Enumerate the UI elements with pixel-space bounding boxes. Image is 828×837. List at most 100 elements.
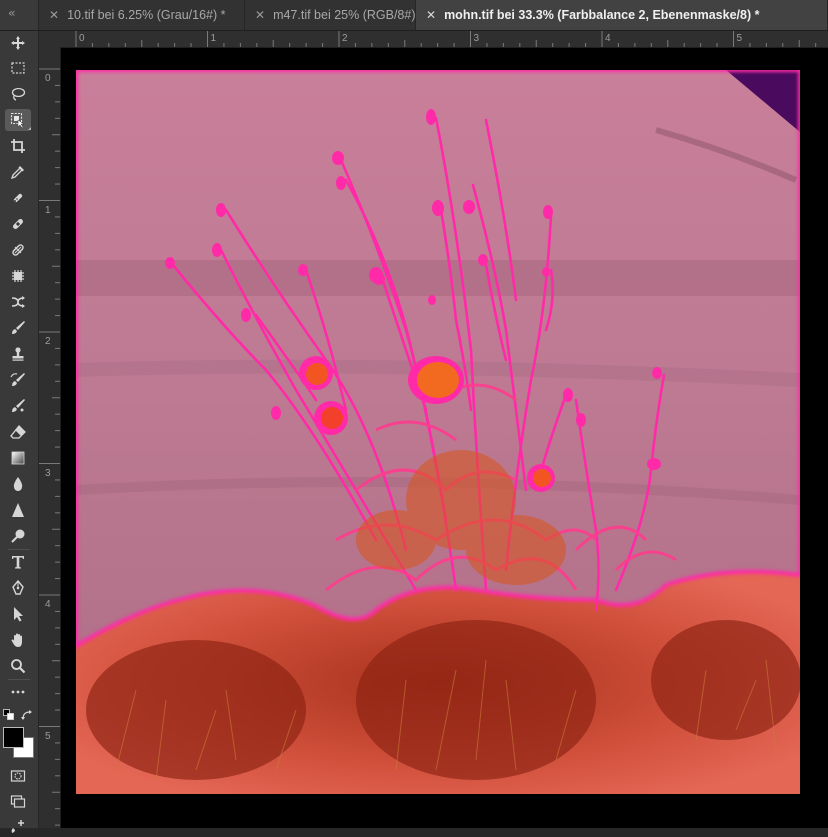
content-aware-move-tool[interactable] xyxy=(5,291,31,313)
ruler-label: 3 xyxy=(45,467,51,479)
default-colors-icon[interactable] xyxy=(3,709,15,721)
close-icon[interactable]: ✕ xyxy=(426,8,436,22)
blossom xyxy=(314,401,348,435)
foreground-color-swatch[interactable] xyxy=(3,727,24,748)
chip-icon xyxy=(12,270,24,282)
tab-label: mohn.tif bei 33.3% (Farbbalance 2, Ebene… xyxy=(444,8,760,22)
pen-tool[interactable] xyxy=(5,577,31,599)
type-tool[interactable] xyxy=(5,551,31,573)
extra-tool-button[interactable] xyxy=(5,815,31,837)
tools-divider xyxy=(8,679,30,680)
vertical-ruler[interactable]: 0 1 2 3 4 5 xyxy=(39,47,61,828)
ruler-label: 1 xyxy=(210,33,217,44)
close-icon[interactable]: ✕ xyxy=(255,8,265,22)
hand-tool[interactable] xyxy=(5,629,31,651)
tab-label: 10.tif bei 6.25% (Grau/16#) * xyxy=(67,8,226,22)
blossom xyxy=(299,356,333,390)
path-selection-tool[interactable] xyxy=(5,603,31,625)
patch-icon xyxy=(12,244,24,256)
marquee-icon xyxy=(11,62,25,74)
stamp-icon xyxy=(12,347,24,361)
ruler-label: 2 xyxy=(342,33,348,44)
double-chevron-icon: ‹‹ xyxy=(8,6,15,20)
tab-m47-tif[interactable]: ✕ m47.tif bei 25% (RGB/8#) xyxy=(245,0,416,30)
ruler-label: 2 xyxy=(45,336,51,347)
swap-colors-icon[interactable] xyxy=(21,709,33,721)
swatch-controls xyxy=(2,709,36,723)
toolbar-collapse-button[interactable]: ‹‹ xyxy=(0,0,39,30)
document-tab-bar: ‹‹ ✕ 10.tif bei 6.25% (Grau/16#) * ✕ m47… xyxy=(0,0,828,31)
lasso-tool[interactable] xyxy=(5,83,31,105)
blur-tool[interactable] xyxy=(5,473,31,495)
submenu-indicator xyxy=(28,127,31,130)
ruler-label: 5 xyxy=(45,730,51,742)
art-brush-icon xyxy=(12,399,25,412)
ruler-label: 3 xyxy=(473,33,480,44)
blossom xyxy=(527,464,555,492)
clone-stamp-tool[interactable] xyxy=(5,343,31,365)
art-history-brush-tool[interactable] xyxy=(5,395,31,417)
ruler-label: 5 xyxy=(736,33,743,44)
ruler-label: 0 xyxy=(79,33,85,44)
vertical-ruler-ticks xyxy=(39,68,60,826)
blossom xyxy=(373,273,385,285)
patch-tool[interactable] xyxy=(5,239,31,261)
screen-mode-icon xyxy=(10,795,26,808)
canvas-area[interactable] xyxy=(61,48,828,828)
brush-tool[interactable] xyxy=(5,317,31,339)
spot-healing-tool[interactable] xyxy=(5,187,31,209)
content-aware-fill-tool[interactable] xyxy=(5,265,31,287)
bandage-icon xyxy=(13,219,23,229)
dodge-tool[interactable] xyxy=(5,525,31,547)
tab-label: m47.tif bei 25% (RGB/8#) xyxy=(273,8,416,22)
document-canvas[interactable] xyxy=(76,70,800,794)
ellipsis-icon xyxy=(11,690,25,694)
gradient-icon xyxy=(11,451,25,465)
eyedropper-icon xyxy=(10,166,24,180)
ruler-label: 4 xyxy=(605,33,611,44)
blossom xyxy=(408,356,464,404)
ruler-label: 4 xyxy=(45,599,51,610)
history-brush-icon xyxy=(10,373,25,386)
quick-mask-icon xyxy=(10,770,26,782)
history-brush-tool[interactable] xyxy=(5,369,31,391)
hand-icon xyxy=(11,633,22,647)
arrow-icon xyxy=(14,607,23,622)
gradient-tool[interactable] xyxy=(5,447,31,469)
type-icon xyxy=(12,556,24,569)
tools-divider xyxy=(8,549,30,550)
eraser-tool[interactable] xyxy=(5,421,31,443)
eraser-icon xyxy=(10,425,26,439)
spot-healing-icon xyxy=(13,193,23,203)
screen-mode-button[interactable] xyxy=(5,791,31,813)
eyedropper-tool[interactable] xyxy=(5,161,31,183)
ruler-label: 1 xyxy=(45,204,51,216)
zoom-tool[interactable] xyxy=(5,655,31,677)
crop-icon xyxy=(11,139,25,153)
move-tool[interactable] xyxy=(5,32,31,54)
close-icon[interactable]: ✕ xyxy=(49,8,59,22)
horizontal-ruler-ticks xyxy=(75,31,817,47)
rectangular-marquee-tool[interactable] xyxy=(5,57,31,79)
move-icon xyxy=(11,36,25,50)
ruler-origin[interactable] xyxy=(39,31,62,48)
zoom-icon xyxy=(11,659,26,674)
brush-icon xyxy=(12,321,25,334)
tab-10-tif[interactable]: ✕ 10.tif bei 6.25% (Grau/16#) * xyxy=(39,0,245,30)
object-selection-icon xyxy=(10,112,25,128)
cross-arrows-icon xyxy=(11,296,25,308)
dodge-icon xyxy=(11,529,25,543)
horizontal-ruler[interactable]: 0 1 2 3 4 5 xyxy=(61,31,828,48)
quick-mask-button[interactable] xyxy=(5,765,31,787)
edit-toolbar-button[interactable] xyxy=(5,681,31,703)
sharpen-tool[interactable] xyxy=(5,499,31,521)
crop-tool[interactable] xyxy=(5,135,31,157)
tab-mohn-tif[interactable]: ✕ mohn.tif bei 33.3% (Farbbalance 2, Ebe… xyxy=(416,0,828,30)
tools-panel xyxy=(0,31,39,833)
object-selection-tool[interactable] xyxy=(5,109,31,131)
triangle-icon xyxy=(12,503,24,517)
healing-brush-tool[interactable] xyxy=(5,213,31,235)
pen-icon xyxy=(12,580,24,595)
drop-icon xyxy=(13,477,23,491)
ruler-label: 0 xyxy=(45,73,51,84)
